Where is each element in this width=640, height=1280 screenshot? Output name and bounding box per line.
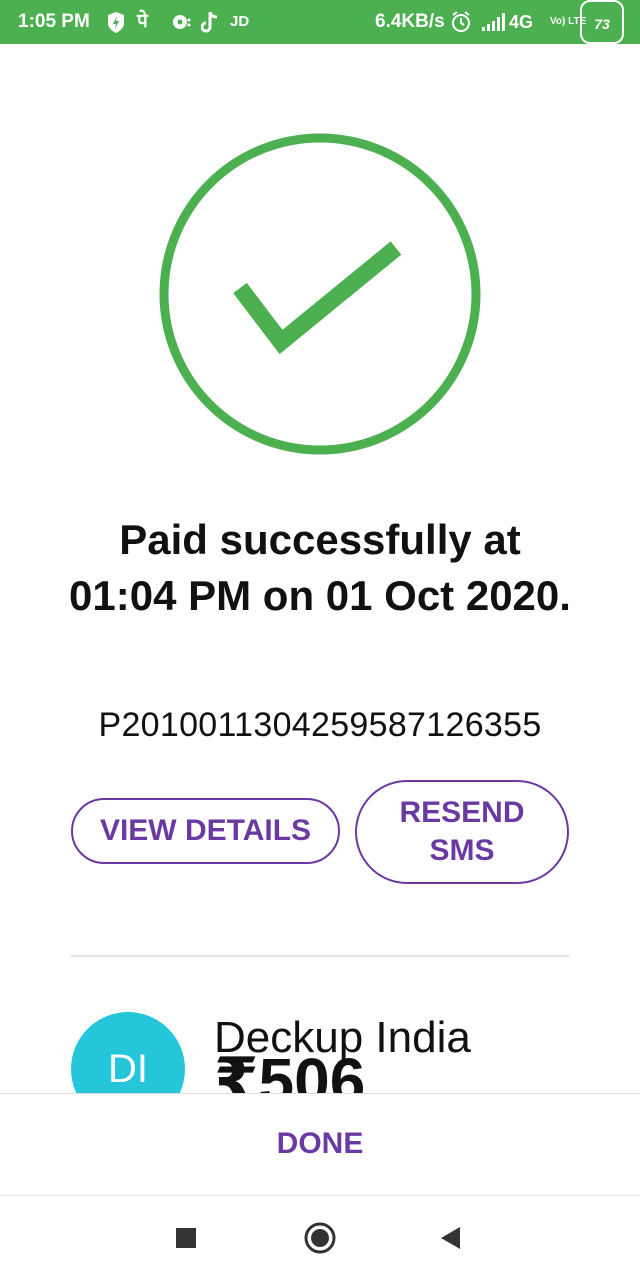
system-nav-bar	[0, 1195, 640, 1280]
network-type: 4G	[509, 12, 534, 32]
recent-apps-button[interactable]	[168, 1220, 204, 1256]
resend-sms-button[interactable]: RESEND SMS	[355, 780, 569, 884]
alarm-icon	[450, 0, 472, 44]
check-circle-icon	[158, 132, 482, 456]
section-divider	[71, 955, 569, 957]
tiktok-icon	[200, 0, 219, 44]
home-button[interactable]	[302, 1220, 338, 1256]
view-details-label: VIEW DETAILS	[99, 814, 312, 847]
battery-indicator: 73	[580, 0, 624, 44]
chat-bubble-icon	[170, 0, 192, 44]
payment-status-title: Paid successfully at 01:04 PM on 01 Oct …	[69, 516, 571, 619]
jd-label: JD	[230, 13, 250, 30]
payment-success-screen: 1:05 PM पे JD 6.4KB/s 4G Vo) LTE 73 Paid…	[0, 0, 640, 1280]
done-button[interactable]: DONE	[220, 1112, 420, 1176]
status-time: 1:05 PM	[18, 11, 90, 32]
resend-sms-label: RESEND SMS	[399, 796, 525, 867]
done-bar: DONE	[0, 1093, 640, 1195]
square-icon	[176, 1228, 196, 1248]
view-details-button[interactable]: VIEW DETAILS	[71, 798, 340, 864]
triangle-back-icon	[441, 1227, 460, 1249]
done-label: DONE	[276, 1127, 364, 1160]
back-button[interactable]	[432, 1220, 468, 1256]
payee-initials: DI	[108, 1046, 148, 1091]
status-bar: 1:05 PM पे JD 6.4KB/s 4G Vo) LTE 73	[0, 0, 640, 44]
circle-icon	[304, 1222, 336, 1254]
network-speed: 6.4KB/s	[375, 11, 445, 32]
phonepe-icon: पे	[137, 11, 148, 32]
volte-label: Vo) LTE	[550, 16, 587, 27]
signal-bars-icon	[481, 0, 507, 44]
transaction-id: P2010011304259587126355	[98, 706, 542, 744]
shield-bolt-icon	[106, 0, 126, 44]
